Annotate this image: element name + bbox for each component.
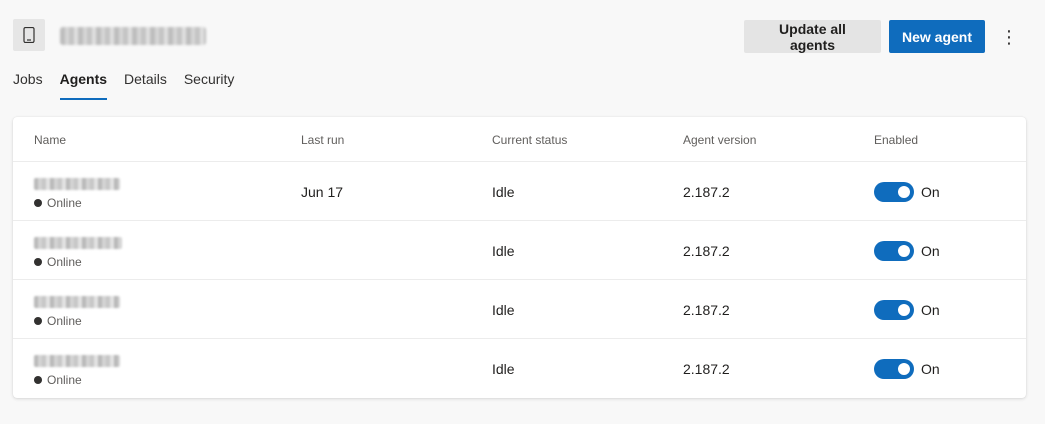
status-dot-icon [34,199,42,207]
tab-security[interactable]: Security [184,64,235,100]
tab-agents[interactable]: Agents [59,64,108,100]
enabled-toggle[interactable] [874,300,914,320]
agent-name[interactable]: ████████████ [34,355,120,367]
page-title: ████████████████ [60,27,206,45]
more-options-icon[interactable]: ⋮ [998,24,1020,50]
update-all-agents-button[interactable]: Update all agents [744,20,881,53]
agent-version: 2.187.2 [683,361,730,377]
mobile-device-icon [13,19,45,51]
current-status: Idle [492,184,515,200]
agent-name[interactable]: ████████████ [34,237,122,249]
toggle-knob [898,363,910,375]
page-header: ████████████████ Update all agents New a… [0,0,1045,60]
enabled-label: On [921,302,940,318]
agent-online-status: Online [34,255,82,269]
column-header-agent-version[interactable]: Agent version [683,133,756,147]
agent-online-status: Online [34,196,82,210]
enabled-toggle[interactable] [874,359,914,379]
agent-online-status: Online [34,373,82,387]
toggle-knob [898,304,910,316]
tab-details[interactable]: Details [124,64,167,100]
agents-table: Name Last run Current status Agent versi… [13,117,1026,398]
column-header-last-run[interactable]: Last run [301,133,344,147]
tab-bar: Jobs Agents Details Security [13,64,251,102]
table-row[interactable]: ████████████ Online Idle 2.187.2 On [13,221,1026,280]
agent-version: 2.187.2 [683,184,730,200]
toggle-knob [898,186,910,198]
current-status: Idle [492,302,515,318]
column-header-name[interactable]: Name [34,133,66,147]
current-status: Idle [492,243,515,259]
enabled-label: On [921,243,940,259]
table-row[interactable]: ████████████ Online Jun 17 Idle 2.187.2 … [13,162,1026,221]
toggle-knob [898,245,910,257]
enabled-label: On [921,361,940,377]
enabled-label: On [921,184,940,200]
table-row[interactable]: ████████████ Online Idle 2.187.2 On [13,280,1026,339]
current-status: Idle [492,361,515,377]
column-header-enabled[interactable]: Enabled [874,133,918,147]
agent-version: 2.187.2 [683,302,730,318]
enabled-toggle[interactable] [874,241,914,261]
agent-name[interactable]: ████████████ [34,178,120,190]
tab-jobs[interactable]: Jobs [13,64,43,100]
status-dot-icon [34,317,42,325]
status-dot-icon [34,376,42,384]
last-run: Jun 17 [301,184,344,200]
status-dot-icon [34,258,42,266]
table-header: Name Last run Current status Agent versi… [13,117,1026,162]
agent-name[interactable]: ████████████ [34,296,120,308]
table-row[interactable]: ████████████ Online Idle 2.187.2 On [13,339,1026,398]
column-header-current-status[interactable]: Current status [492,133,567,147]
enabled-toggle[interactable] [874,182,914,202]
agent-version: 2.187.2 [683,243,730,259]
agent-online-status: Online [34,314,82,328]
new-agent-button[interactable]: New agent [889,20,985,53]
